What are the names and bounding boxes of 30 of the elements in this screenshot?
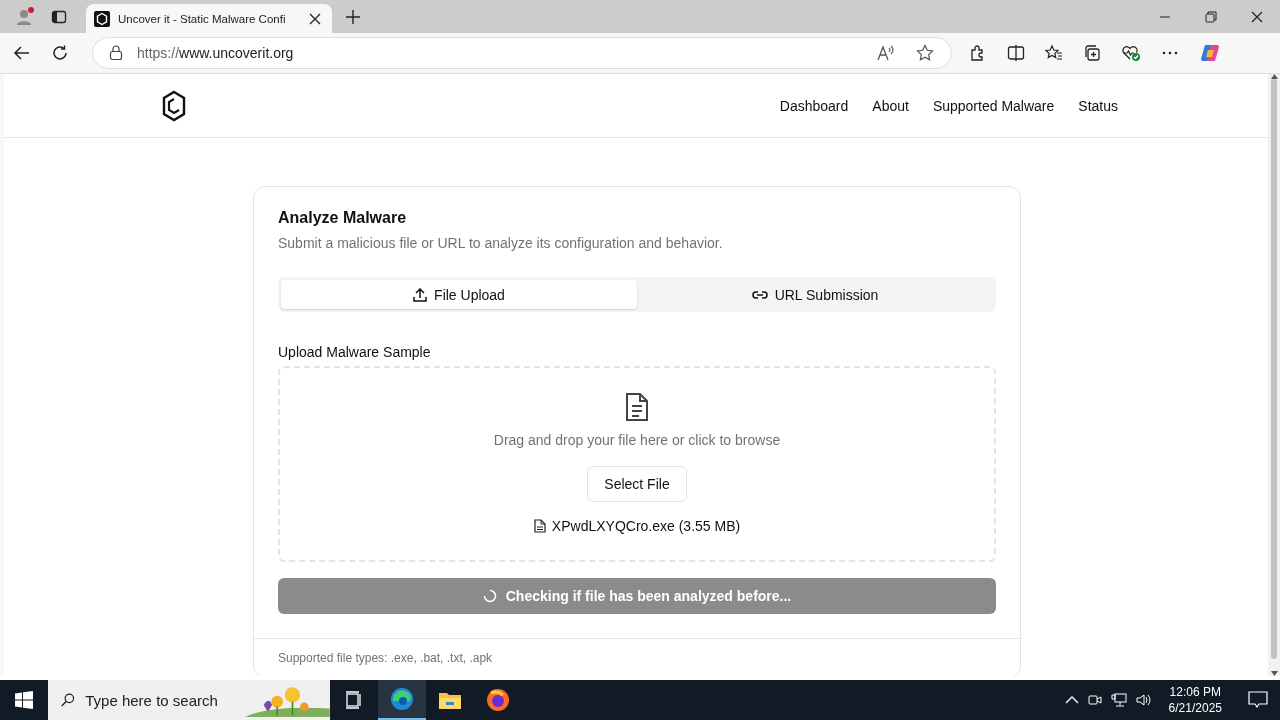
supported-types-note: Supported file types: .exe, .bat, .txt, .apk xyxy=(278,651,494,665)
file-name: XPwdLXYQCro.exe (3.55 MB) xyxy=(551,518,741,534)
address-bar[interactable]: https://www.uncoverit.org xyxy=(92,37,952,69)
scrollbar[interactable] xyxy=(1268,74,1280,676)
search-icon xyxy=(60,691,76,709)
shield-logo-icon xyxy=(94,10,110,27)
spinner-icon xyxy=(482,589,497,603)
edge-browser-icon[interactable] xyxy=(378,680,426,720)
lock-icon xyxy=(109,45,123,61)
upload-icon xyxy=(413,287,428,302)
file-dropzone[interactable]: Drag and drop your file here or click to browse Select File XPwdLXYQCro.exe (3.55 MB) xyxy=(278,366,996,562)
url-text: https://www.uncoverit.org xyxy=(137,45,294,61)
document-icon xyxy=(624,392,650,422)
field-label: Upload Malware Sample xyxy=(278,344,432,360)
nav-link[interactable]: Supported Malware xyxy=(932,97,1055,114)
select-file-button[interactable]: Select File xyxy=(587,466,687,502)
browser-tab[interactable]: Uncover it - Static Malware Confi xyxy=(86,4,332,33)
nav-link[interactable]: Status xyxy=(1078,97,1118,114)
scroll-down-icon[interactable] xyxy=(1270,671,1278,676)
nav-link[interactable]: About xyxy=(872,97,909,114)
document-icon xyxy=(533,519,546,533)
taskbar-clock[interactable]: 12:06 PM 6/21/2025 xyxy=(1156,684,1234,716)
tab-title: Uncover it - Static Malware Confi xyxy=(118,12,287,25)
shield-logo-icon[interactable] xyxy=(161,89,187,122)
card-subtitle: Submit a malicious file or URL to analyze its configuration and behavior. xyxy=(278,235,724,251)
card-title: Analyze Malware xyxy=(278,209,408,227)
tab[interactable]: URL Submission xyxy=(637,280,993,309)
dropzone-hint: Drag and drop your file here or click to browse xyxy=(493,432,781,448)
nav-link[interactable]: Dashboard xyxy=(779,97,849,114)
tab[interactable]: File Upload xyxy=(281,280,637,309)
